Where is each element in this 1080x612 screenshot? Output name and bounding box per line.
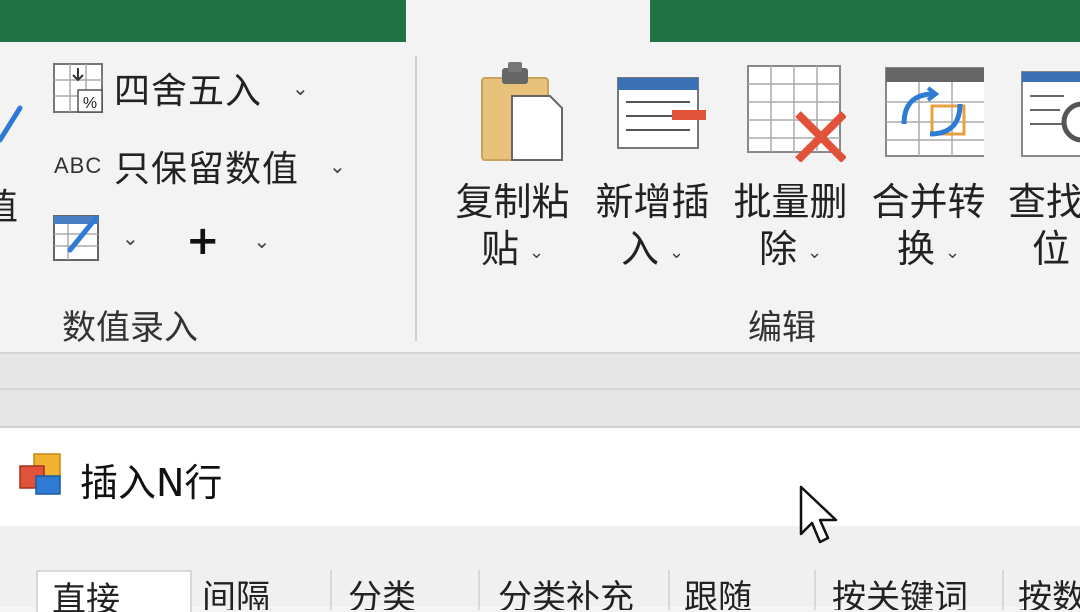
find-locate-button[interactable]: 查找 位 <box>1004 62 1080 274</box>
ribbon-tab-active[interactable] <box>406 0 650 42</box>
dialog-tab-category[interactable]: 分类 <box>334 570 480 610</box>
formula-bar-area <box>0 354 1080 426</box>
dialog-title: 插入N行 <box>80 461 223 505</box>
abc-icon: ABC <box>54 153 103 178</box>
insert-rows-label-line1: 新增插 <box>595 180 710 224</box>
round-label: 四舍五入 <box>114 71 263 112</box>
dialog-tab-interval[interactable]: 间隔 <box>188 570 332 610</box>
merge-convert-icon <box>884 67 987 157</box>
merge-convert-label-line1: 合并转 <box>871 180 986 224</box>
svg-text:%: % <box>83 95 97 112</box>
chevron-down-icon: ⌄ <box>944 242 961 263</box>
find-icon <box>1021 71 1080 157</box>
plus-dropdown[interactable]: + ⌄ <box>186 218 270 264</box>
find-locate-label-line2: 位 <box>1032 227 1071 271</box>
round-percent-icon: % <box>53 63 103 113</box>
batch-delete-label-line1: 批量删 <box>733 180 848 224</box>
ribbon-tab-bar <box>0 0 1080 42</box>
form-edit-dropdown[interactable]: ⌄ <box>52 212 139 264</box>
pen-icon <box>0 105 23 143</box>
app-logo-icon <box>19 453 61 495</box>
copy-paste-label-line1: 复制粘 <box>455 180 570 224</box>
dialog-tab-direct[interactable]: 直接 <box>36 570 192 612</box>
divider <box>0 388 1080 390</box>
ribbon-tab-3[interactable] <box>250 0 380 42</box>
group-label-edit: 编辑 <box>748 308 816 348</box>
dialog-tab-follow[interactable]: 跟随 <box>670 570 816 610</box>
ribbon-tab-6[interactable] <box>950 0 1080 42</box>
merge-convert-button[interactable]: 合并转 换 ⌄ <box>866 62 991 282</box>
ribbon-group-separator <box>415 56 417 341</box>
clipboard-icon <box>480 62 563 161</box>
chevron-down-icon: ⌄ <box>329 154 346 178</box>
chevron-down-icon: ⌄ <box>292 76 309 100</box>
batch-delete-button[interactable]: 批量删 除 ⌄ <box>728 62 853 282</box>
copy-paste-button[interactable]: 复制粘 贴 ⌄ <box>450 62 575 282</box>
ribbon-tab-1[interactable] <box>0 0 80 42</box>
mouse-cursor-icon <box>799 485 838 544</box>
ribbon-tab-5[interactable] <box>680 0 900 42</box>
keep-values-label: 只保留数值 <box>114 149 300 190</box>
round-dropdown[interactable]: % 四舍五入 ⌄ <box>52 62 309 114</box>
batch-delete-label-line2: 除 <box>758 227 797 271</box>
chevron-down-icon: ⌄ <box>806 242 823 263</box>
dialog-tab-keyword[interactable]: 按关键词 <box>818 570 1004 610</box>
chevron-down-icon: ⌄ <box>122 226 139 250</box>
find-locate-label-line1: 查找 <box>1008 180 1080 224</box>
chevron-down-icon: ⌄ <box>528 242 545 263</box>
dialog-tab-by-number[interactable]: 按数 <box>1004 570 1080 610</box>
merge-convert-label-line2: 换 <box>896 227 935 271</box>
delete-table-icon <box>746 65 847 163</box>
plus-icon: + <box>186 218 220 264</box>
keep-values-dropdown[interactable]: ABC 只保留数值 ⌄ <box>54 140 346 192</box>
partial-button-label[interactable]: 值 <box>0 178 18 230</box>
chevron-down-icon: ⌄ <box>253 229 271 253</box>
copy-paste-label-line2: 贴 <box>480 227 519 271</box>
form-edit-icon <box>53 215 99 261</box>
insert-rows-icon <box>616 77 706 149</box>
ribbon-tab-2[interactable] <box>100 0 210 42</box>
dialog-tab-category-supplement[interactable]: 分类补充 <box>484 570 670 610</box>
insert-rows-label-line2: 入 <box>620 227 659 271</box>
insert-rows-button[interactable]: 新增插 入 ⌄ <box>590 62 715 282</box>
group-label-numeric-input: 数值录入 <box>62 308 198 348</box>
chevron-down-icon: ⌄ <box>668 242 685 263</box>
